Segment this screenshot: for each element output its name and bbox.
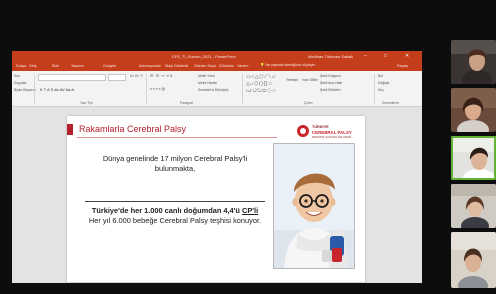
logo-line-1: TÜRKİYE bbox=[312, 125, 329, 129]
align-text[interactable]: Metni Hizala bbox=[198, 81, 217, 85]
quick-styles-button[interactable]: Hızlı Stiller bbox=[302, 78, 318, 82]
ribbon-tabs: Dosya Giriş Ekle Tasarım Geçişler Animas… bbox=[12, 61, 422, 71]
paragraph-divider bbox=[85, 201, 265, 202]
tab-home[interactable]: Giriş bbox=[29, 64, 36, 68]
ribbon-separator bbox=[34, 74, 35, 104]
minimize-icon[interactable]: – bbox=[364, 53, 367, 59]
video-call-stage: CP2_TI_Sunum_2021 - PowerPoint Medihan T… bbox=[0, 0, 496, 294]
convert-smartart[interactable]: SmartArt'a Dönüştür bbox=[198, 88, 229, 92]
participant-tile[interactable] bbox=[451, 232, 496, 288]
group-drawing-label: Çizim bbox=[304, 101, 313, 105]
maximize-icon[interactable]: □ bbox=[384, 53, 387, 59]
tab-design[interactable]: Tasarım bbox=[71, 64, 84, 68]
font-format-buttons[interactable]: K T A S ab AV Aa A bbox=[40, 87, 74, 92]
heading-underline bbox=[77, 137, 277, 138]
text-line: Her yıl 6.000 bebeğe Cerebral Palsy teşh… bbox=[88, 215, 262, 225]
font-size-box[interactable] bbox=[108, 74, 126, 81]
slide-heading: Rakamlarla Cerebral Palsy bbox=[67, 123, 267, 136]
lightbulb-icon: 💡 bbox=[260, 63, 265, 67]
text-line: Dünya genelinde 17 milyon Cerebral Palsy… bbox=[102, 154, 248, 163]
ribbon-toolbar: Kes Kopyala Biçim Boyacısı A˄ A˅ ✎ K T A… bbox=[12, 71, 422, 107]
shape-fill[interactable]: Şekil Dolgusu bbox=[320, 74, 341, 78]
slide-paragraph-world: Dünya genelinde 17 milyon Cerebral Palsy… bbox=[77, 154, 273, 173]
text-line: Türkiye'de her 1.000 canlı doğumdan 4,4'… bbox=[91, 206, 259, 215]
shape-effects[interactable]: Şekil Efektleri bbox=[320, 88, 341, 92]
shapes-gallery-row1[interactable]: ▭○△⬠⟋⟍▱ bbox=[246, 74, 276, 80]
shape-outline[interactable]: Şekil Ana Hattı bbox=[320, 81, 342, 85]
slide-paragraph-turkey: Türkiye'de her 1.000 canlı doğumdan 4,4'… bbox=[77, 206, 273, 225]
logo-mark-icon bbox=[297, 125, 309, 137]
slide-canvas: Rakamlarla Cerebral Palsy TÜRKİYE CEREBR… bbox=[12, 107, 422, 283]
select-button[interactable]: Seç bbox=[378, 88, 384, 92]
group-font-label: Yazı Tipi bbox=[80, 101, 93, 105]
share-button[interactable]: Paylaş bbox=[397, 64, 408, 68]
presentation-slide[interactable]: Rakamlarla Cerebral Palsy TÜRKİYE CEREBR… bbox=[67, 116, 365, 282]
participant-tile[interactable] bbox=[451, 40, 496, 84]
slide-title: Rakamlarla Cerebral Palsy bbox=[79, 124, 187, 134]
org-logo: TÜRKİYE CEREBRAL PALSY SPASTİK ÇOCUKLAR … bbox=[297, 124, 359, 139]
ribbon-item-painter[interactable]: Biçim Boyacısı bbox=[14, 88, 36, 92]
document-title: CP2_TI_Sunum_2021 - PowerPoint bbox=[172, 54, 236, 59]
replace-button[interactable]: Değiştir bbox=[378, 81, 390, 85]
shapes-gallery-row3[interactable]: ⤷⤴↺↻⬭◇⬦ bbox=[246, 88, 276, 94]
tell-me-label: Ne yapmak istediğinizi söyleyin bbox=[265, 63, 316, 67]
ribbon-separator bbox=[242, 74, 243, 104]
tab-review[interactable]: Gözden Geçir bbox=[194, 64, 216, 68]
arrange-button[interactable]: Yerleştir bbox=[286, 78, 298, 82]
heading-accent-bar bbox=[67, 124, 73, 135]
paragraph-list-icons[interactable]: ☰ · ☰ · ⇤ ⇥ ⇅ bbox=[150, 74, 173, 78]
shared-screen: CP2_TI_Sunum_2021 - PowerPoint Medihan T… bbox=[12, 51, 422, 283]
paragraph-align-icons[interactable]: ≡ ≡ ≡ ≡ ▥ bbox=[150, 87, 165, 91]
font-grow-icons[interactable]: A˄ A˅ ✎ bbox=[130, 74, 143, 78]
participant-tile-active-speaker[interactable] bbox=[451, 136, 496, 180]
powerpoint-title-bar: CP2_TI_Sunum_2021 - PowerPoint Medihan T… bbox=[12, 51, 422, 61]
ribbon-item-cut[interactable]: Kes bbox=[14, 74, 20, 78]
logo-line-3: SPASTİK ÇOCUKLAR VAKFI bbox=[312, 135, 352, 139]
shapes-gallery-row2[interactable]: △⌂⬡⟨⟩{}☆ bbox=[246, 81, 273, 87]
child-photo bbox=[273, 143, 355, 269]
tab-file[interactable]: Dosya bbox=[16, 64, 26, 68]
tab-insert[interactable]: Ekle bbox=[52, 64, 59, 68]
ribbon-separator bbox=[146, 74, 147, 104]
ribbon-item-copy[interactable]: Kopyala bbox=[14, 81, 26, 85]
text-direction[interactable]: Metin Yönü bbox=[198, 74, 215, 78]
participant-tile[interactable] bbox=[451, 88, 496, 132]
tab-slideshow[interactable]: Slayt Gösterisi bbox=[165, 64, 188, 68]
text-line: bulunmakta, bbox=[154, 163, 196, 173]
group-paragraph-label: Paragraf bbox=[180, 101, 194, 105]
participant-gallery bbox=[451, 40, 496, 288]
ribbon-separator bbox=[374, 74, 375, 104]
tab-animations[interactable]: Animasyonlar bbox=[139, 64, 161, 68]
tab-view[interactable]: Görünüm bbox=[219, 64, 234, 68]
tab-transitions[interactable]: Geçişler bbox=[103, 64, 116, 68]
group-editing-label: Düzenleme bbox=[382, 101, 400, 105]
tell-me-search[interactable]: 💡 Ne yapmak istediğinizi söyleyin bbox=[260, 63, 315, 67]
user-name: Medihan Türkmen Sakallı bbox=[308, 54, 354, 59]
close-icon[interactable]: ✕ bbox=[405, 53, 409, 59]
tab-help[interactable]: Yardım bbox=[237, 64, 248, 68]
find-button[interactable]: Bul bbox=[378, 74, 383, 78]
participant-tile[interactable] bbox=[451, 184, 496, 228]
font-name-box[interactable] bbox=[38, 74, 106, 81]
